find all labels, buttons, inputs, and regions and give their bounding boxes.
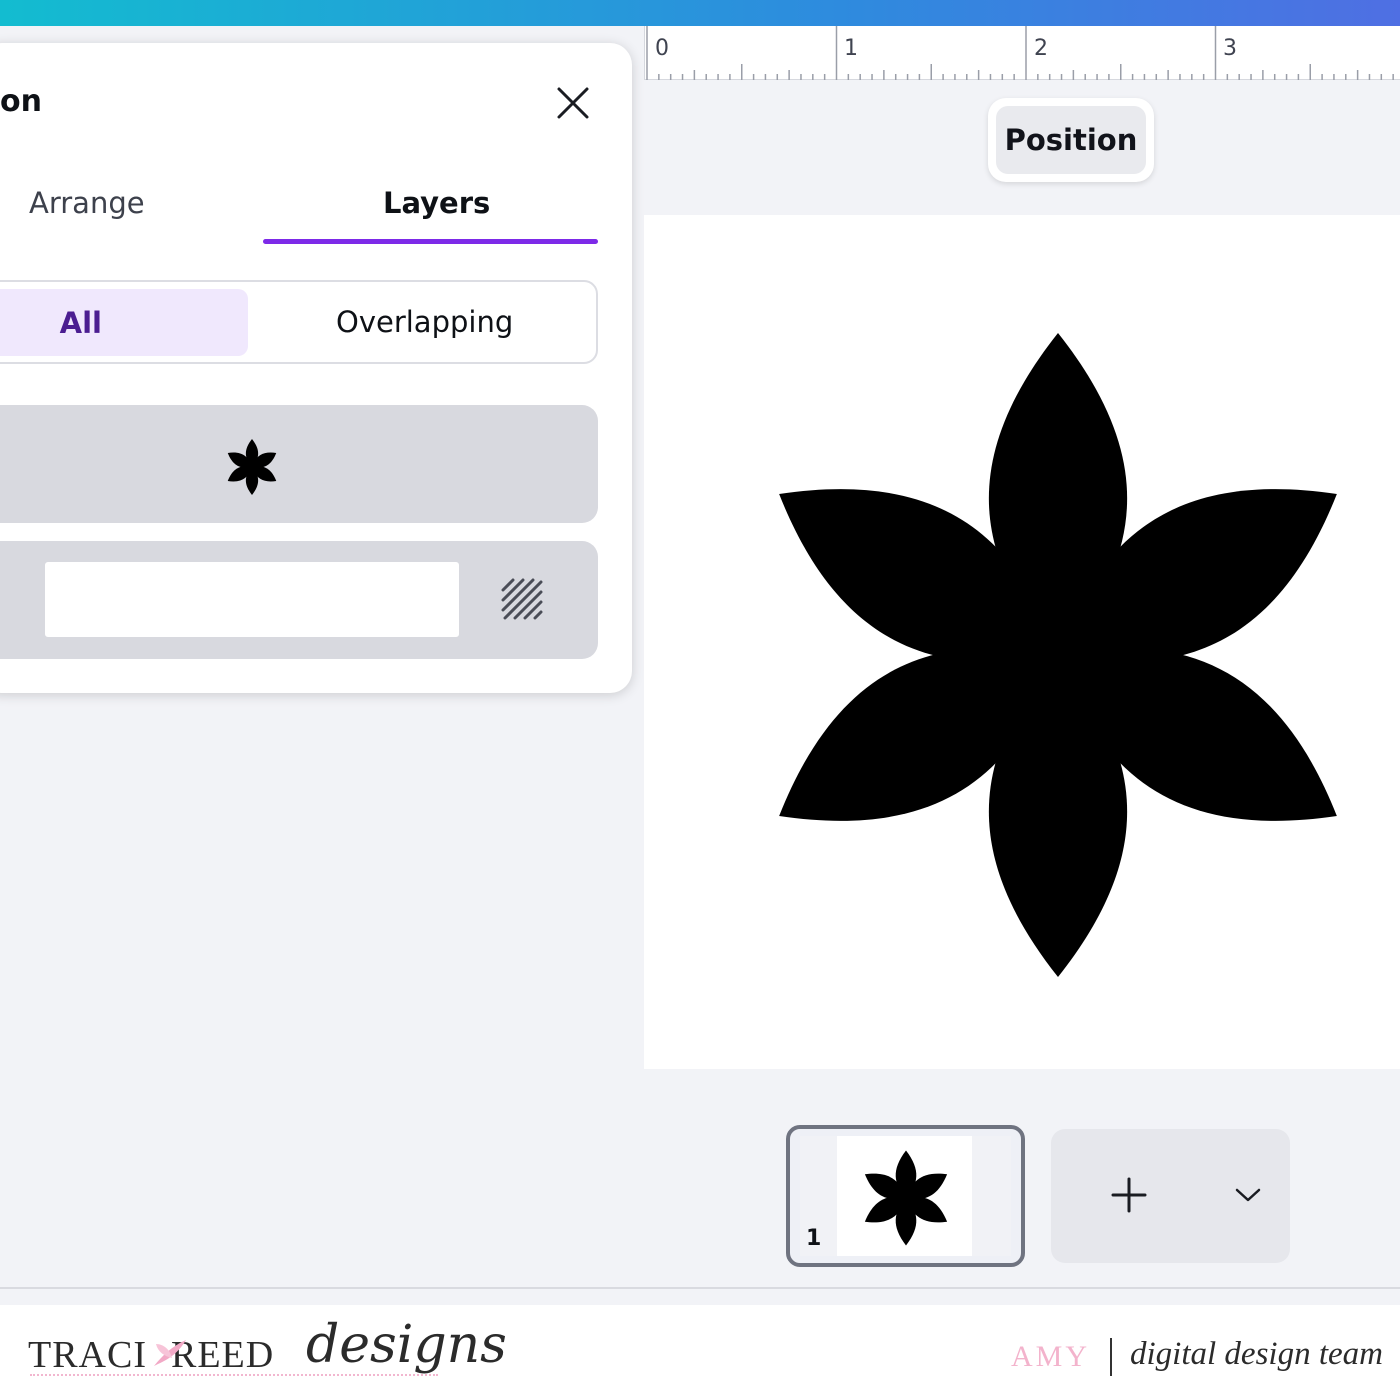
design-canvas[interactable] xyxy=(644,215,1400,1069)
panel-title: on xyxy=(0,84,42,119)
ruler-mark-3: 3 xyxy=(1223,36,1237,61)
ruler-ticks xyxy=(646,26,1394,80)
page-thumbnail-1[interactable]: 1 xyxy=(786,1125,1025,1267)
tab-arrange[interactable]: Arrange xyxy=(29,186,145,220)
thumbnail-flower-icon xyxy=(864,1150,948,1246)
position-button-label: Position xyxy=(996,106,1146,174)
brand-leaf-icon xyxy=(154,1340,186,1366)
designer-name: AMY xyxy=(1011,1340,1091,1373)
layer-item-flower[interactable] xyxy=(0,405,598,523)
plus-icon[interactable] xyxy=(1111,1177,1147,1213)
add-page-button[interactable] xyxy=(1051,1129,1290,1263)
lock-hatch-icon[interactable] xyxy=(501,578,543,620)
top-gradient-bar xyxy=(0,0,1400,26)
active-tab-indicator xyxy=(263,239,598,244)
brand-name-left: TRACI xyxy=(28,1334,147,1376)
filter-overlapping-button[interactable]: Overlapping xyxy=(336,305,513,339)
brand-script: designs xyxy=(306,1315,507,1375)
brand-dotted-underline xyxy=(30,1374,438,1376)
footer-separator xyxy=(1110,1338,1112,1376)
flower-icon xyxy=(227,439,277,495)
ruler-mark-1: 1 xyxy=(844,36,858,61)
chevron-down-icon[interactable] xyxy=(1235,1187,1261,1203)
ruler-mark-2: 2 xyxy=(1034,36,1048,61)
horizontal-ruler: 0 1 2 3 xyxy=(644,26,1400,80)
close-icon[interactable] xyxy=(556,86,590,120)
tab-layers[interactable]: Layers xyxy=(383,186,490,220)
ruler-mark-0: 0 xyxy=(655,36,669,61)
filter-all-button[interactable]: All xyxy=(0,289,248,356)
background-swatch xyxy=(45,562,459,637)
page-number: 1 xyxy=(806,1226,822,1251)
footer-divider xyxy=(0,1287,1400,1289)
team-caption: digital design team xyxy=(1130,1336,1383,1372)
position-button[interactable]: Position xyxy=(988,98,1154,182)
flower-graphic[interactable] xyxy=(644,215,1400,1069)
